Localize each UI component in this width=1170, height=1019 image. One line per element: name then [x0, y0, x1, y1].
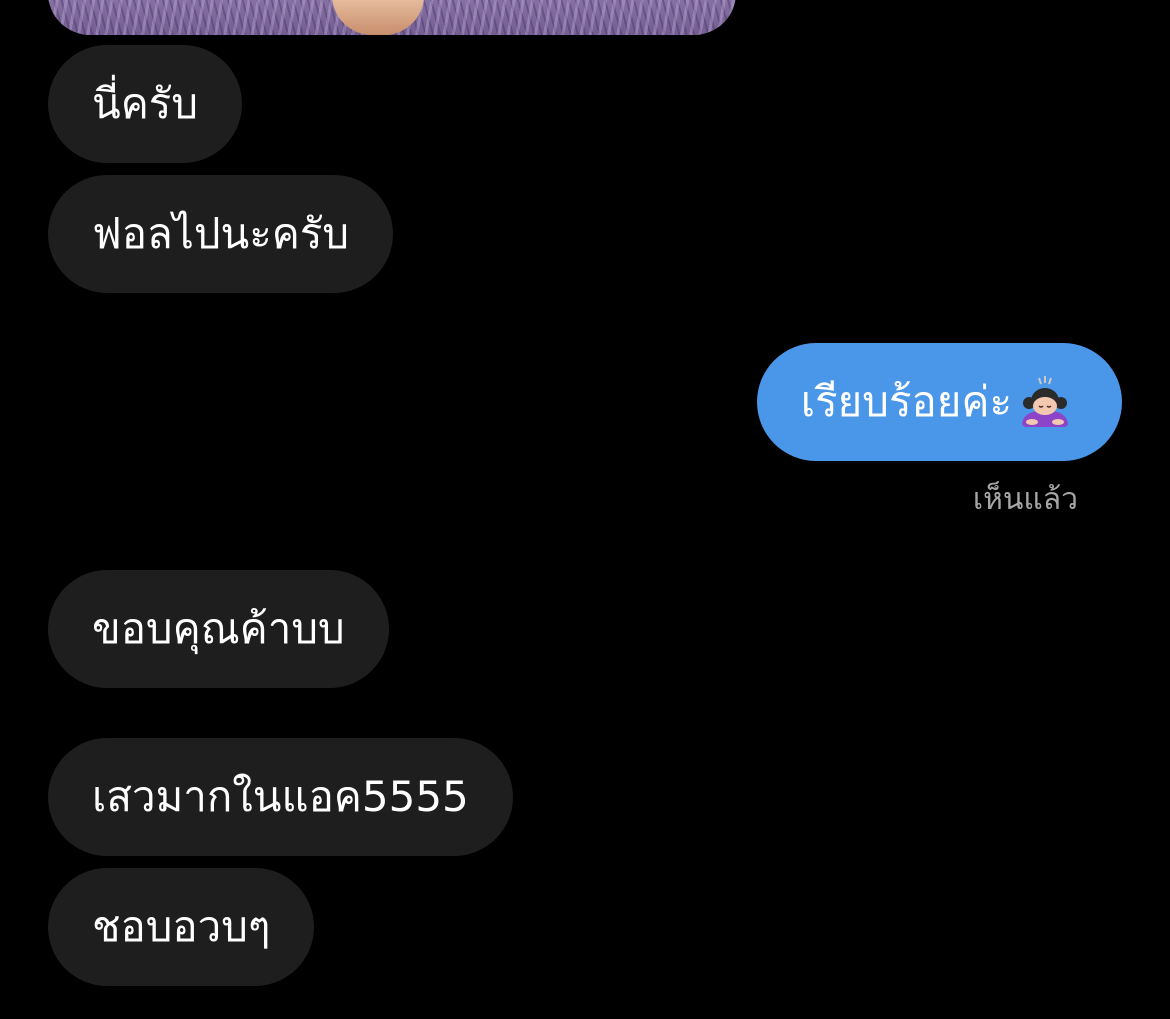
- message-text: ชอบอวบๆ: [92, 902, 271, 951]
- seen-status: เห็นแล้ว: [972, 482, 1078, 517]
- message-text: เสวมากในแอค5555: [92, 772, 469, 821]
- shared-photo[interactable]: [48, 0, 736, 35]
- message-text: เรียบร้อยค่ะ: [800, 377, 1012, 426]
- received-message-bubble[interactable]: ฟอลไปนะครับ: [48, 175, 394, 293]
- received-message-bubble[interactable]: ชอบอวบๆ: [48, 868, 315, 986]
- message-text: ขอบคุณค้าบบ: [92, 604, 345, 653]
- sent-message-bubble[interactable]: เรียบร้อยค่ะ: [756, 343, 1122, 461]
- message-text: ฟอลไปนะครับ: [92, 209, 350, 258]
- person-bowing-emoji-icon: [1016, 373, 1074, 431]
- received-message-bubble[interactable]: เสวมากในแอค5555: [48, 738, 513, 856]
- received-message-bubble[interactable]: นี่ครับ: [48, 45, 243, 163]
- message-text: นี่ครับ: [92, 79, 199, 128]
- received-message-bubble[interactable]: ขอบคุณค้าบบ: [48, 570, 389, 688]
